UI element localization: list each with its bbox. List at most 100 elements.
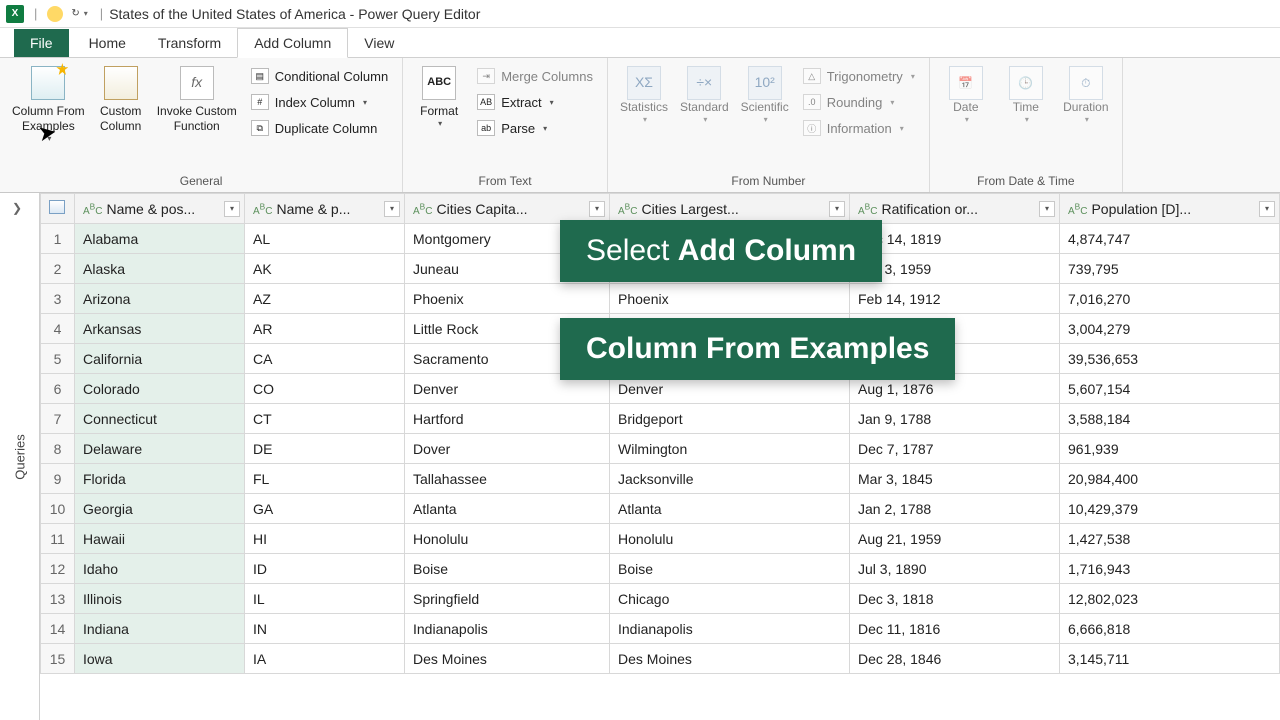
cell-name[interactable]: Florida xyxy=(75,464,245,494)
cell-name[interactable]: Alaska xyxy=(75,254,245,284)
cell-abbr[interactable]: AR xyxy=(245,314,405,344)
filter-dropdown-icon[interactable]: ▾ xyxy=(589,201,605,217)
cell-abbr[interactable]: IL xyxy=(245,584,405,614)
table-row[interactable]: 9FloridaFLTallahasseeJacksonvilleMar 3, … xyxy=(41,464,1280,494)
date-button[interactable]: 📅 Date ▾ xyxy=(936,62,996,129)
custom-column-button[interactable]: Custom Column xyxy=(91,62,151,138)
cell-abbr[interactable]: CO xyxy=(245,374,405,404)
cell-population[interactable]: 6,666,818 xyxy=(1060,614,1280,644)
tab-home[interactable]: Home xyxy=(73,29,142,57)
cell-name[interactable]: Arkansas xyxy=(75,314,245,344)
row-number[interactable]: 10 xyxy=(41,494,75,524)
table-row[interactable]: 12IdahoIDBoiseBoiseJul 3, 18901,716,943 xyxy=(41,554,1280,584)
cell-capital[interactable]: Hartford xyxy=(405,404,610,434)
cell-abbr[interactable]: CA xyxy=(245,344,405,374)
cell-population[interactable]: 4,874,747 xyxy=(1060,224,1280,254)
cell-population[interactable]: 3,588,184 xyxy=(1060,404,1280,434)
row-number[interactable]: 6 xyxy=(41,374,75,404)
cell-largest[interactable]: Atlanta xyxy=(610,494,850,524)
cell-largest[interactable]: Boise xyxy=(610,554,850,584)
filter-dropdown-icon[interactable]: ▾ xyxy=(1259,201,1275,217)
table-row[interactable]: 7ConnecticutCTHartfordBridgeportJan 9, 1… xyxy=(41,404,1280,434)
duration-button[interactable]: ⏱ Duration ▾ xyxy=(1056,62,1116,129)
cell-population[interactable]: 10,429,379 xyxy=(1060,494,1280,524)
cell-name[interactable]: California xyxy=(75,344,245,374)
cell-capital[interactable]: Des Moines xyxy=(405,644,610,674)
standard-button[interactable]: ÷× Standard ▾ xyxy=(674,62,735,129)
row-number[interactable]: 14 xyxy=(41,614,75,644)
cell-largest[interactable]: Honolulu xyxy=(610,524,850,554)
cell-capital[interactable]: Springfield xyxy=(405,584,610,614)
cell-date[interactable]: Jan 9, 1788 xyxy=(850,404,1060,434)
duplicate-column-button[interactable]: ⧉ Duplicate Column xyxy=(247,118,392,138)
parse-button[interactable]: ab Parse ▾ xyxy=(473,118,597,138)
column-header[interactable]: ABCName & p...▾ xyxy=(245,194,405,224)
table-row[interactable]: 14IndianaINIndianapolisIndianapolisDec 1… xyxy=(41,614,1280,644)
cell-date[interactable]: Feb 14, 1912 xyxy=(850,284,1060,314)
row-number[interactable]: 2 xyxy=(41,254,75,284)
refresh-icon[interactable]: ↻ xyxy=(71,8,79,19)
cell-date[interactable]: Jul 3, 1890 xyxy=(850,554,1060,584)
merge-columns-button[interactable]: ⇥ Merge Columns xyxy=(473,66,597,86)
cell-largest[interactable]: Phoenix xyxy=(610,284,850,314)
cell-capital[interactable]: Dover xyxy=(405,434,610,464)
table-row[interactable]: 15IowaIADes MoinesDes MoinesDec 28, 1846… xyxy=(41,644,1280,674)
cell-largest[interactable]: Bridgeport xyxy=(610,404,850,434)
invoke-custom-function-button[interactable]: fx Invoke Custom Function xyxy=(151,62,243,138)
filter-dropdown-icon[interactable]: ▾ xyxy=(224,201,240,217)
cell-name[interactable]: Hawaii xyxy=(75,524,245,554)
table-row[interactable]: 13IllinoisILSpringfieldChicagoDec 3, 181… xyxy=(41,584,1280,614)
cell-population[interactable]: 3,004,279 xyxy=(1060,314,1280,344)
table-row[interactable]: 8DelawareDEDoverWilmingtonDec 7, 1787961… xyxy=(41,434,1280,464)
cell-largest[interactable]: Jacksonville xyxy=(610,464,850,494)
cell-abbr[interactable]: DE xyxy=(245,434,405,464)
queries-panel-collapsed[interactable]: ❯ Queries xyxy=(0,193,40,720)
row-number[interactable]: 8 xyxy=(41,434,75,464)
cell-name[interactable]: Delaware xyxy=(75,434,245,464)
cell-name[interactable]: Indiana xyxy=(75,614,245,644)
cell-name[interactable]: Arizona xyxy=(75,284,245,314)
cell-date[interactable]: Aug 21, 1959 xyxy=(850,524,1060,554)
cell-capital[interactable]: Atlanta xyxy=(405,494,610,524)
filter-dropdown-icon[interactable]: ▾ xyxy=(1039,201,1055,217)
cell-population[interactable]: 39,536,653 xyxy=(1060,344,1280,374)
expand-icon[interactable]: ❯ xyxy=(12,201,22,215)
cell-date[interactable]: Dec 7, 1787 xyxy=(850,434,1060,464)
extract-button[interactable]: AB Extract ▾ xyxy=(473,92,597,112)
filter-dropdown-icon[interactable]: ▾ xyxy=(829,201,845,217)
cell-abbr[interactable]: IN xyxy=(245,614,405,644)
cell-population[interactable]: 739,795 xyxy=(1060,254,1280,284)
cell-abbr[interactable]: AK xyxy=(245,254,405,284)
cell-largest[interactable]: Des Moines xyxy=(610,644,850,674)
cell-abbr[interactable]: CT xyxy=(245,404,405,434)
row-number[interactable]: 12 xyxy=(41,554,75,584)
row-number[interactable]: 15 xyxy=(41,644,75,674)
tab-add-column[interactable]: Add Column xyxy=(237,28,348,58)
trigonometry-button[interactable]: △ Trigonometry ▾ xyxy=(799,66,919,86)
tab-view[interactable]: View xyxy=(348,29,410,57)
cell-abbr[interactable]: FL xyxy=(245,464,405,494)
cell-capital[interactable]: Phoenix xyxy=(405,284,610,314)
cell-largest[interactable]: Chicago xyxy=(610,584,850,614)
cell-abbr[interactable]: AL xyxy=(245,224,405,254)
information-button[interactable]: ⓘ Information ▾ xyxy=(799,118,919,138)
cell-abbr[interactable]: IA xyxy=(245,644,405,674)
cell-largest[interactable]: Indianapolis xyxy=(610,614,850,644)
cell-name[interactable]: Idaho xyxy=(75,554,245,584)
time-button[interactable]: 🕒 Time ▾ xyxy=(996,62,1056,129)
row-number[interactable]: 7 xyxy=(41,404,75,434)
row-number[interactable]: 11 xyxy=(41,524,75,554)
format-button[interactable]: ABC Format ▾ xyxy=(409,62,469,133)
cell-name[interactable]: Iowa xyxy=(75,644,245,674)
tab-transform[interactable]: Transform xyxy=(142,29,237,57)
cell-date[interactable]: Mar 3, 1845 xyxy=(850,464,1060,494)
cell-abbr[interactable]: ID xyxy=(245,554,405,584)
column-header[interactable]: ABCPopulation [D]...▾ xyxy=(1060,194,1280,224)
table-row[interactable]: 11HawaiiHIHonoluluHonoluluAug 21, 19591,… xyxy=(41,524,1280,554)
cell-population[interactable]: 3,145,711 xyxy=(1060,644,1280,674)
cell-name[interactable]: Illinois xyxy=(75,584,245,614)
cell-name[interactable]: Colorado xyxy=(75,374,245,404)
row-number[interactable]: 5 xyxy=(41,344,75,374)
cell-population[interactable]: 1,716,943 xyxy=(1060,554,1280,584)
table-row[interactable]: 10GeorgiaGAAtlantaAtlantaJan 2, 178810,4… xyxy=(41,494,1280,524)
